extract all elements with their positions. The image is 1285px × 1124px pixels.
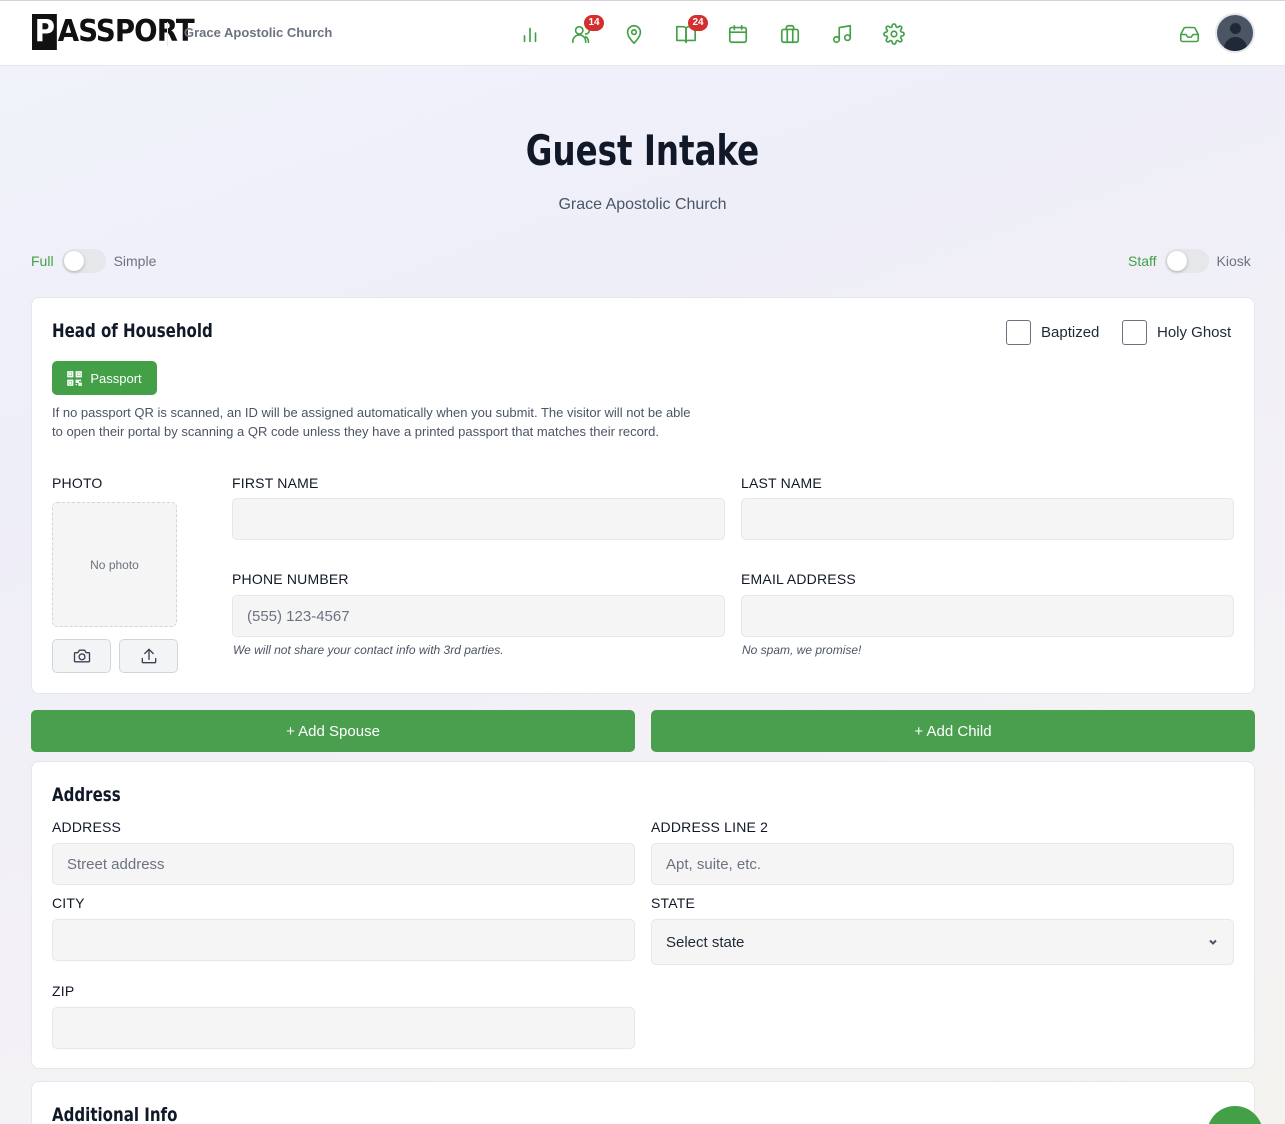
no-photo-text: No photo: [90, 557, 139, 572]
mode-toggle[interactable]: Full Simple: [31, 249, 156, 273]
address2-input[interactable]: Apt, suite, etc.: [651, 843, 1234, 885]
location-icon[interactable]: [618, 18, 650, 50]
inbox-icon[interactable]: [1174, 20, 1204, 48]
role-toggle[interactable]: Staff Kiosk: [1128, 249, 1251, 273]
email-input[interactable]: [741, 595, 1234, 637]
qr-code-icon: [67, 370, 83, 386]
holy-ghost-box[interactable]: [1122, 320, 1147, 345]
city-input[interactable]: [52, 919, 635, 961]
switch-knob: [63, 251, 84, 271]
avatar-head: [1230, 23, 1241, 34]
role-kiosk-label: Kiosk: [1216, 253, 1251, 269]
last-name-label: LAST NAME: [741, 475, 822, 491]
passport-scan-button[interactable]: Passport: [52, 361, 157, 395]
briefcase-icon[interactable]: [774, 18, 806, 50]
gear-icon[interactable]: [878, 18, 910, 50]
additional-info-title: Additional Info: [52, 1104, 178, 1124]
add-spouse-button[interactable]: + Add Spouse: [31, 710, 635, 752]
email-hint: No spam, we promise!: [742, 643, 862, 657]
role-staff-label: Staff: [1128, 253, 1157, 269]
phone-input[interactable]: (555) 123-4567: [232, 595, 725, 637]
switch-knob: [1166, 251, 1187, 271]
first-name-label: FIRST NAME: [232, 475, 319, 491]
state-label: STATE: [651, 895, 696, 911]
city-label: CITY: [52, 895, 85, 911]
household-title: Head of Household: [52, 320, 213, 342]
mode-simple-label: Simple: [113, 253, 157, 269]
add-child-button[interactable]: + Add Child: [651, 710, 1255, 752]
address-label: ADDRESS: [52, 819, 122, 835]
photo-label: PHOTO: [52, 475, 103, 491]
people-icon[interactable]: 14: [566, 15, 604, 50]
household-card: Head of Household Baptized Holy Ghost Pa…: [31, 297, 1255, 694]
book-badge: 24: [688, 15, 708, 31]
camera-icon: [73, 649, 90, 663]
passport-help-text: If no passport QR is scanned, an ID will…: [52, 405, 691, 439]
calendar-icon[interactable]: [722, 18, 754, 50]
upload-button[interactable]: [119, 639, 178, 673]
phone-label: PHONE NUMBER: [232, 571, 349, 587]
user-avatar[interactable]: [1215, 13, 1255, 53]
avatar-body: [1224, 37, 1247, 51]
zip-label: ZIP: [52, 983, 75, 999]
top-nav-bar: P ASSPORT Grace Apostolic Church 14 24: [0, 0, 1285, 66]
camera-button[interactable]: [52, 639, 111, 673]
baptized-checkbox[interactable]: Baptized: [1006, 320, 1099, 345]
email-label: EMAIL ADDRESS: [741, 571, 856, 587]
people-badge: 14: [584, 15, 604, 31]
org-name: Grace Apostolic Church: [184, 25, 333, 40]
divider: [167, 22, 168, 46]
chevron-down-icon: [1209, 939, 1217, 945]
page-title: Guest Intake: [525, 126, 760, 175]
baptized-box[interactable]: [1006, 320, 1031, 345]
passport-logo[interactable]: P ASSPORT: [32, 14, 195, 50]
state-select[interactable]: Select state: [651, 919, 1234, 965]
address2-label: ADDRESS LINE 2: [651, 819, 769, 835]
last-name-input[interactable]: [741, 498, 1234, 540]
role-switch[interactable]: [1164, 249, 1209, 273]
state-value: Select state: [666, 933, 745, 951]
zip-input[interactable]: [52, 1007, 635, 1049]
upload-icon: [141, 648, 156, 664]
analytics-icon[interactable]: [514, 18, 546, 50]
holy-ghost-label: Holy Ghost: [1157, 324, 1232, 341]
address-title: Address: [52, 784, 121, 806]
passport-button-label: Passport: [90, 370, 142, 386]
book-icon[interactable]: 24: [670, 15, 708, 50]
photo-placeholder: No photo: [52, 502, 177, 627]
additional-info-card: Additional Info: [31, 1081, 1255, 1124]
address-input[interactable]: Street address: [52, 843, 635, 885]
mode-switch[interactable]: [61, 249, 106, 273]
mode-full-label: Full: [31, 253, 54, 269]
first-name-input[interactable]: [232, 498, 725, 540]
holy-ghost-checkbox[interactable]: Holy Ghost: [1122, 320, 1231, 345]
baptized-label: Baptized: [1041, 324, 1100, 341]
page-subtitle: Grace Apostolic Church: [558, 196, 727, 213]
address-card: Address ADDRESS Street address ADDRESS L…: [31, 761, 1255, 1069]
music-icon[interactable]: [826, 18, 858, 50]
phone-hint: We will not share your contact info with…: [233, 643, 504, 657]
